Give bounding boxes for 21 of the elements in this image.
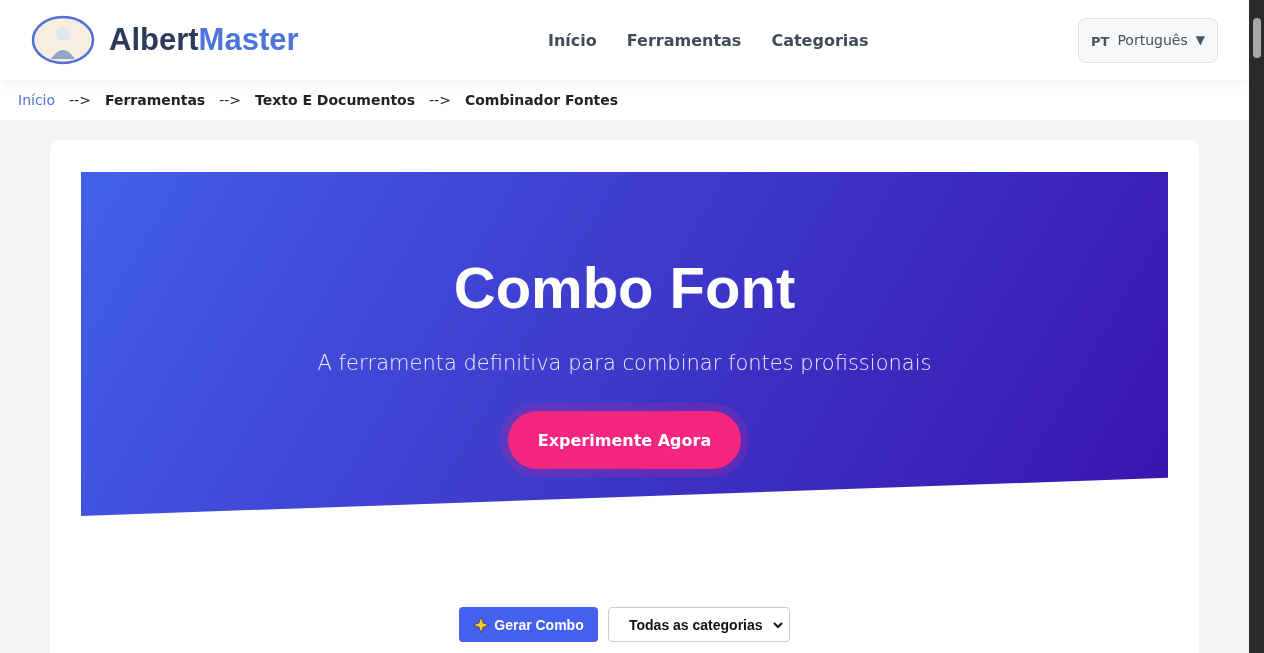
scrollbar[interactable] (1249, 0, 1264, 653)
breadcrumb-separator: --> (69, 92, 91, 108)
cta-button[interactable]: Experimente Agora (508, 411, 741, 469)
breadcrumb-item: Combinador Fontes (464, 92, 619, 108)
breadcrumb-separator: --> (429, 92, 451, 108)
generate-button[interactable]: Gerar Combo (459, 607, 598, 642)
sparkle-icon (473, 616, 490, 633)
hero-subtitle: A ferramenta definitiva para combinar fontes profissionais (317, 351, 932, 375)
logo-icon[interactable] (31, 15, 95, 65)
hero-title: Combo Font (453, 254, 796, 321)
breadcrumb-item: Texto E Documentos (255, 92, 416, 108)
category-select[interactable]: Todas as categorias (608, 607, 790, 642)
chevron-down-icon (773, 620, 783, 629)
breadcrumb-link[interactable]: Início (18, 92, 56, 108)
language-selector[interactable]: PT Português ▼ (1078, 17, 1218, 63)
nav-link[interactable]: Ferramentas (626, 30, 742, 50)
breadcrumb-item: Ferramentas (104, 92, 206, 108)
nav-link[interactable]: Início (548, 30, 597, 50)
nav-link[interactable]: Categorias (771, 30, 869, 50)
breadcrumb-separator: --> (219, 92, 241, 108)
brand-name[interactable]: AlbertMaster (109, 22, 299, 58)
